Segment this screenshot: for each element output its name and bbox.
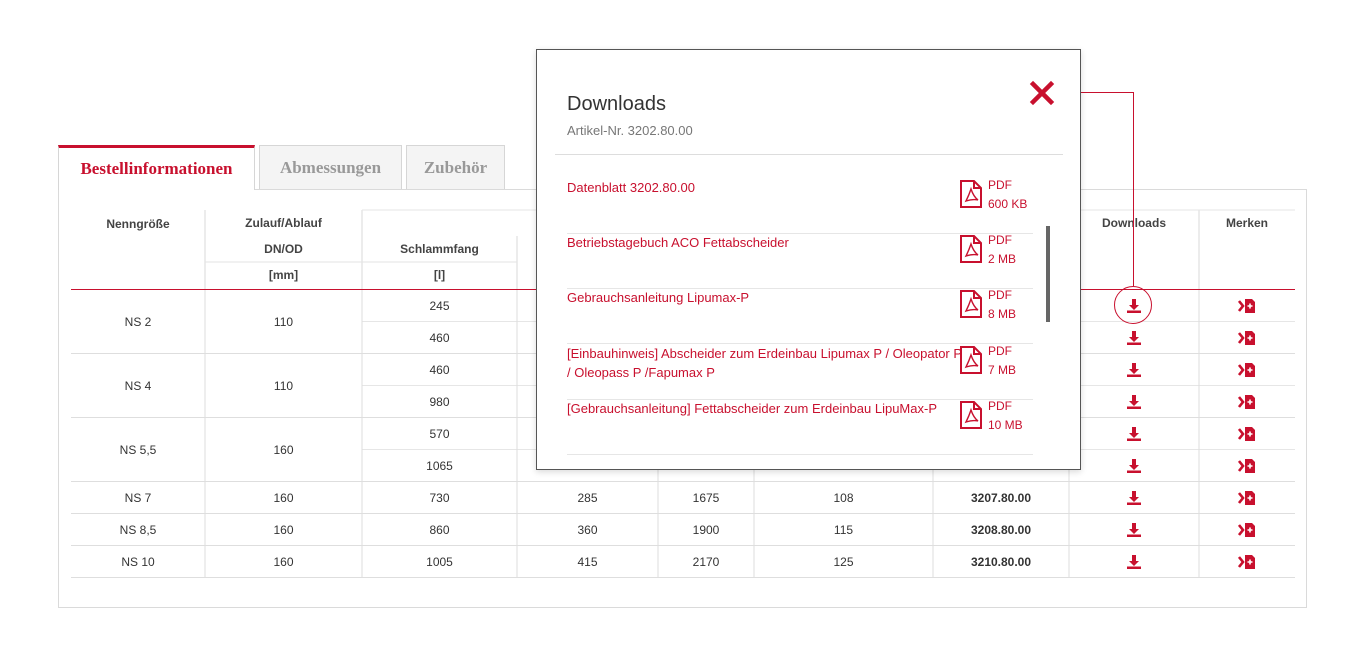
- download-icon[interactable]: [1126, 362, 1142, 378]
- cell-dnod: 160: [273, 523, 294, 537]
- bookmark-add-icon[interactable]: [1238, 554, 1256, 570]
- pdf-file-icon[interactable]: [959, 290, 983, 318]
- cell-schlammfang: 245: [429, 299, 450, 313]
- cell-schlammfang: 460: [429, 363, 450, 377]
- cell-dnod: 110: [273, 315, 294, 329]
- download-icon[interactable]: [1126, 426, 1142, 442]
- download-icon[interactable]: [1126, 458, 1142, 474]
- bookmark-add-icon[interactable]: [1238, 458, 1256, 474]
- cell-artikel-nr: 3208.80.00: [970, 523, 1032, 537]
- download-size: 10 MB: [988, 418, 1023, 432]
- highlight-connector-horizontal: [1081, 92, 1134, 93]
- download-icon[interactable]: [1126, 554, 1142, 570]
- header-merken: Merken: [1225, 216, 1269, 230]
- bookmark-add-icon[interactable]: [1238, 330, 1256, 346]
- cell-value: 360: [577, 523, 598, 537]
- download-icon[interactable]: [1126, 522, 1142, 538]
- tab-abmessungen[interactable]: Abmessungen: [259, 145, 402, 189]
- download-title[interactable]: Datenblatt 3202.80.00: [567, 178, 962, 197]
- download-type: PDF: [988, 178, 1012, 192]
- cell-schlammfang: 860: [429, 523, 450, 537]
- cell-value: 2170: [692, 555, 720, 569]
- download-title[interactable]: [Gebrauchsanleitung] Fettabscheider zum …: [567, 399, 962, 418]
- cell-value: 1900: [692, 523, 720, 537]
- download-icon[interactable]: [1126, 394, 1142, 410]
- cell-value: 285: [577, 491, 598, 505]
- download-size: 2 MB: [988, 252, 1017, 266]
- cell-nenngroesse: NS 7: [124, 491, 152, 505]
- header-dnod: DN/OD: [264, 242, 303, 256]
- download-type: PDF: [988, 288, 1012, 302]
- pdf-file-icon[interactable]: [959, 346, 983, 374]
- download-icon[interactable]: [1126, 330, 1142, 346]
- download-size: 600 KB: [988, 197, 1028, 211]
- cell-artikel-nr: 3210.80.00: [970, 555, 1032, 569]
- header-schlammfang: Schlammfang: [400, 242, 479, 256]
- bookmark-add-icon[interactable]: [1238, 426, 1256, 442]
- download-size: 8 MB: [988, 307, 1017, 321]
- cell-value: 1675: [692, 491, 720, 505]
- download-item[interactable]: Betriebstagebuch ACO Fettabscheider PDF 2 …: [567, 233, 1033, 289]
- download-title[interactable]: Gebrauchsanleitung Lipumax-P: [567, 288, 962, 307]
- tab-bestellinformationen[interactable]: Bestellinformationen: [58, 145, 255, 190]
- bookmark-add-icon[interactable]: [1238, 394, 1256, 410]
- cell-nenngroesse: NS 5,5: [119, 443, 157, 457]
- cell-value: 115: [833, 523, 854, 537]
- header-nenngroesse: Nenngröße: [106, 217, 170, 231]
- modal-divider: [555, 154, 1063, 155]
- bookmark-add-icon[interactable]: [1238, 490, 1256, 506]
- close-icon[interactable]: [1029, 80, 1055, 106]
- cell-nenngroesse: NS 8,5: [119, 523, 157, 537]
- cell-value: 125: [833, 555, 854, 569]
- download-item[interactable]: [Einbauhinweis] Abscheider zum Erdeinbau…: [567, 344, 1033, 400]
- cell-nenngroesse: NS 10: [121, 555, 155, 569]
- cell-schlammfang: 1005: [426, 555, 453, 569]
- cell-value: 108: [833, 491, 854, 505]
- cell-value: 415: [577, 555, 598, 569]
- download-icon[interactable]: [1126, 490, 1142, 506]
- download-title[interactable]: [Einbauhinweis] Abscheider zum Erdeinbau…: [567, 344, 962, 382]
- bookmark-add-icon[interactable]: [1238, 522, 1256, 538]
- download-type: PDF: [988, 233, 1012, 247]
- download-item[interactable]: Gebrauchsanleitung Lipumax-P PDF 8 MB: [567, 288, 1033, 344]
- downloads-modal: Downloads Artikel-Nr. 3202.80.00 Datenbl…: [536, 49, 1081, 470]
- cell-schlammfang: 1065: [426, 459, 453, 473]
- pdf-file-icon[interactable]: [959, 235, 983, 263]
- cell-schlammfang: 980: [429, 395, 450, 409]
- cell-schlammfang: 730: [429, 491, 450, 505]
- tab-zubehoer[interactable]: Zubehör: [406, 145, 505, 189]
- download-type: PDF: [988, 344, 1012, 358]
- cell-artikel-nr: 3207.80.00: [970, 491, 1032, 505]
- download-title[interactable]: Betriebstagebuch ACO Fettabscheider: [567, 233, 962, 252]
- cell-dnod: 110: [273, 379, 294, 393]
- cell-schlammfang: 570: [429, 427, 450, 441]
- modal-subtitle: Artikel-Nr. 3202.80.00: [567, 123, 693, 138]
- bookmark-add-icon[interactable]: [1238, 362, 1256, 378]
- highlight-circle: [1114, 286, 1152, 324]
- highlight-connector-vertical: [1133, 92, 1134, 286]
- modal-scrollbar[interactable]: [1046, 226, 1050, 322]
- cell-nenngroesse: NS 2: [124, 315, 152, 329]
- modal-title: Downloads: [567, 93, 666, 115]
- download-item[interactable]: Datenblatt 3202.80.00 PDF 600 KB: [567, 178, 1033, 234]
- cell-nenngroesse: NS 4: [124, 379, 152, 393]
- pdf-file-icon[interactable]: [959, 401, 983, 429]
- header-liter: [l]: [433, 268, 446, 282]
- cell-schlammfang: 460: [429, 331, 450, 345]
- download-size: 7 MB: [988, 363, 1017, 377]
- download-item[interactable]: [Gebrauchsanleitung] Fettabscheider zum …: [567, 399, 1033, 455]
- header-zulauf: Zulauf/Ablauf: [245, 216, 322, 230]
- cell-dnod: 160: [273, 555, 294, 569]
- header-downloads: Downloads: [1069, 210, 1199, 236]
- cell-dnod: 160: [273, 443, 294, 457]
- pdf-file-icon[interactable]: [959, 180, 983, 208]
- download-type: PDF: [988, 399, 1012, 413]
- cell-dnod: 160: [273, 491, 294, 505]
- bookmark-add-icon[interactable]: [1238, 298, 1256, 314]
- header-mm: [mm]: [268, 268, 299, 282]
